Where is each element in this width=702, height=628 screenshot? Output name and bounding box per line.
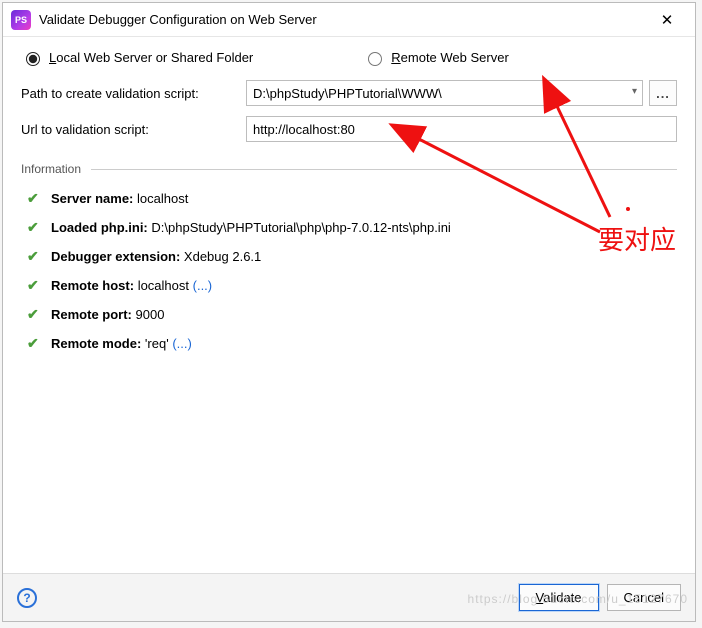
list-item: ✔ Remote mode: 'req' (...) [21, 335, 677, 352]
check-icon: ✔ [27, 248, 43, 265]
info-value: 9000 [136, 307, 165, 322]
info-value: 'req' [145, 336, 169, 351]
help-button[interactable]: ? [17, 588, 37, 608]
info-value: localhost [138, 278, 189, 293]
dialog-body: Local Web Server or Shared Folder Remote… [3, 37, 695, 573]
check-icon: ✔ [27, 277, 43, 294]
app-icon: PS [11, 10, 31, 30]
info-key: Server name: [51, 191, 133, 206]
browse-button[interactable]: ... [649, 80, 677, 106]
url-input[interactable] [246, 116, 677, 142]
window-title: Validate Debugger Configuration on Web S… [39, 12, 647, 27]
check-icon: ✔ [27, 219, 43, 236]
check-icon: ✔ [27, 335, 43, 352]
annotation-dot [626, 207, 630, 211]
info-key: Remote port: [51, 307, 132, 322]
watermark: https://blog.51cto.com/u_15127670 [468, 592, 688, 606]
server-type-radio-group: Local Web Server or Shared Folder Remote… [21, 49, 677, 66]
radio-local-input[interactable] [26, 52, 40, 66]
titlebar: PS Validate Debugger Configuration on We… [3, 3, 695, 37]
radio-remote-input[interactable] [368, 52, 382, 66]
info-value: Xdebug 2.6.1 [184, 249, 261, 264]
radio-remote-label: Remote Web Server [391, 50, 509, 65]
list-item: ✔ Loaded php.ini: D:\phpStudy\PHPTutoria… [21, 219, 677, 236]
information-heading-label: Information [21, 162, 81, 176]
path-row: Path to create validation script: ▾ ... [21, 80, 677, 106]
check-icon: ✔ [27, 306, 43, 323]
url-row: Url to validation script: [21, 116, 677, 142]
info-key: Debugger extension: [51, 249, 180, 264]
path-label: Path to create validation script: [21, 86, 246, 101]
check-icon: ✔ [27, 190, 43, 207]
divider [91, 169, 677, 170]
info-value: localhost [137, 191, 188, 206]
list-item: ✔ Remote host: localhost (...) [21, 277, 677, 294]
radio-local-web-server[interactable]: Local Web Server or Shared Folder [21, 49, 253, 66]
list-item: ✔ Server name: localhost [21, 190, 677, 207]
info-key: Remote host: [51, 278, 134, 293]
close-icon: ✕ [661, 11, 674, 29]
list-item: ✔ Debugger extension: Xdebug 2.6.1 [21, 248, 677, 265]
information-heading: Information [21, 162, 677, 176]
close-button[interactable]: ✕ [647, 5, 687, 35]
path-input[interactable] [246, 80, 643, 106]
dialog-window: PS Validate Debugger Configuration on We… [2, 2, 696, 622]
url-label: Url to validation script: [21, 122, 246, 137]
info-link[interactable]: (...) [172, 336, 192, 351]
info-key: Remote mode: [51, 336, 141, 351]
radio-local-label: Local Web Server or Shared Folder [49, 50, 253, 65]
information-list: ✔ Server name: localhost ✔ Loaded php.in… [21, 190, 677, 364]
info-link[interactable]: (...) [193, 278, 213, 293]
info-value: D:\phpStudy\PHPTutorial\php\php-7.0.12-n… [151, 220, 450, 235]
radio-remote-web-server[interactable]: Remote Web Server [363, 49, 509, 66]
list-item: ✔ Remote port: 9000 [21, 306, 677, 323]
info-key: Loaded php.ini: [51, 220, 148, 235]
